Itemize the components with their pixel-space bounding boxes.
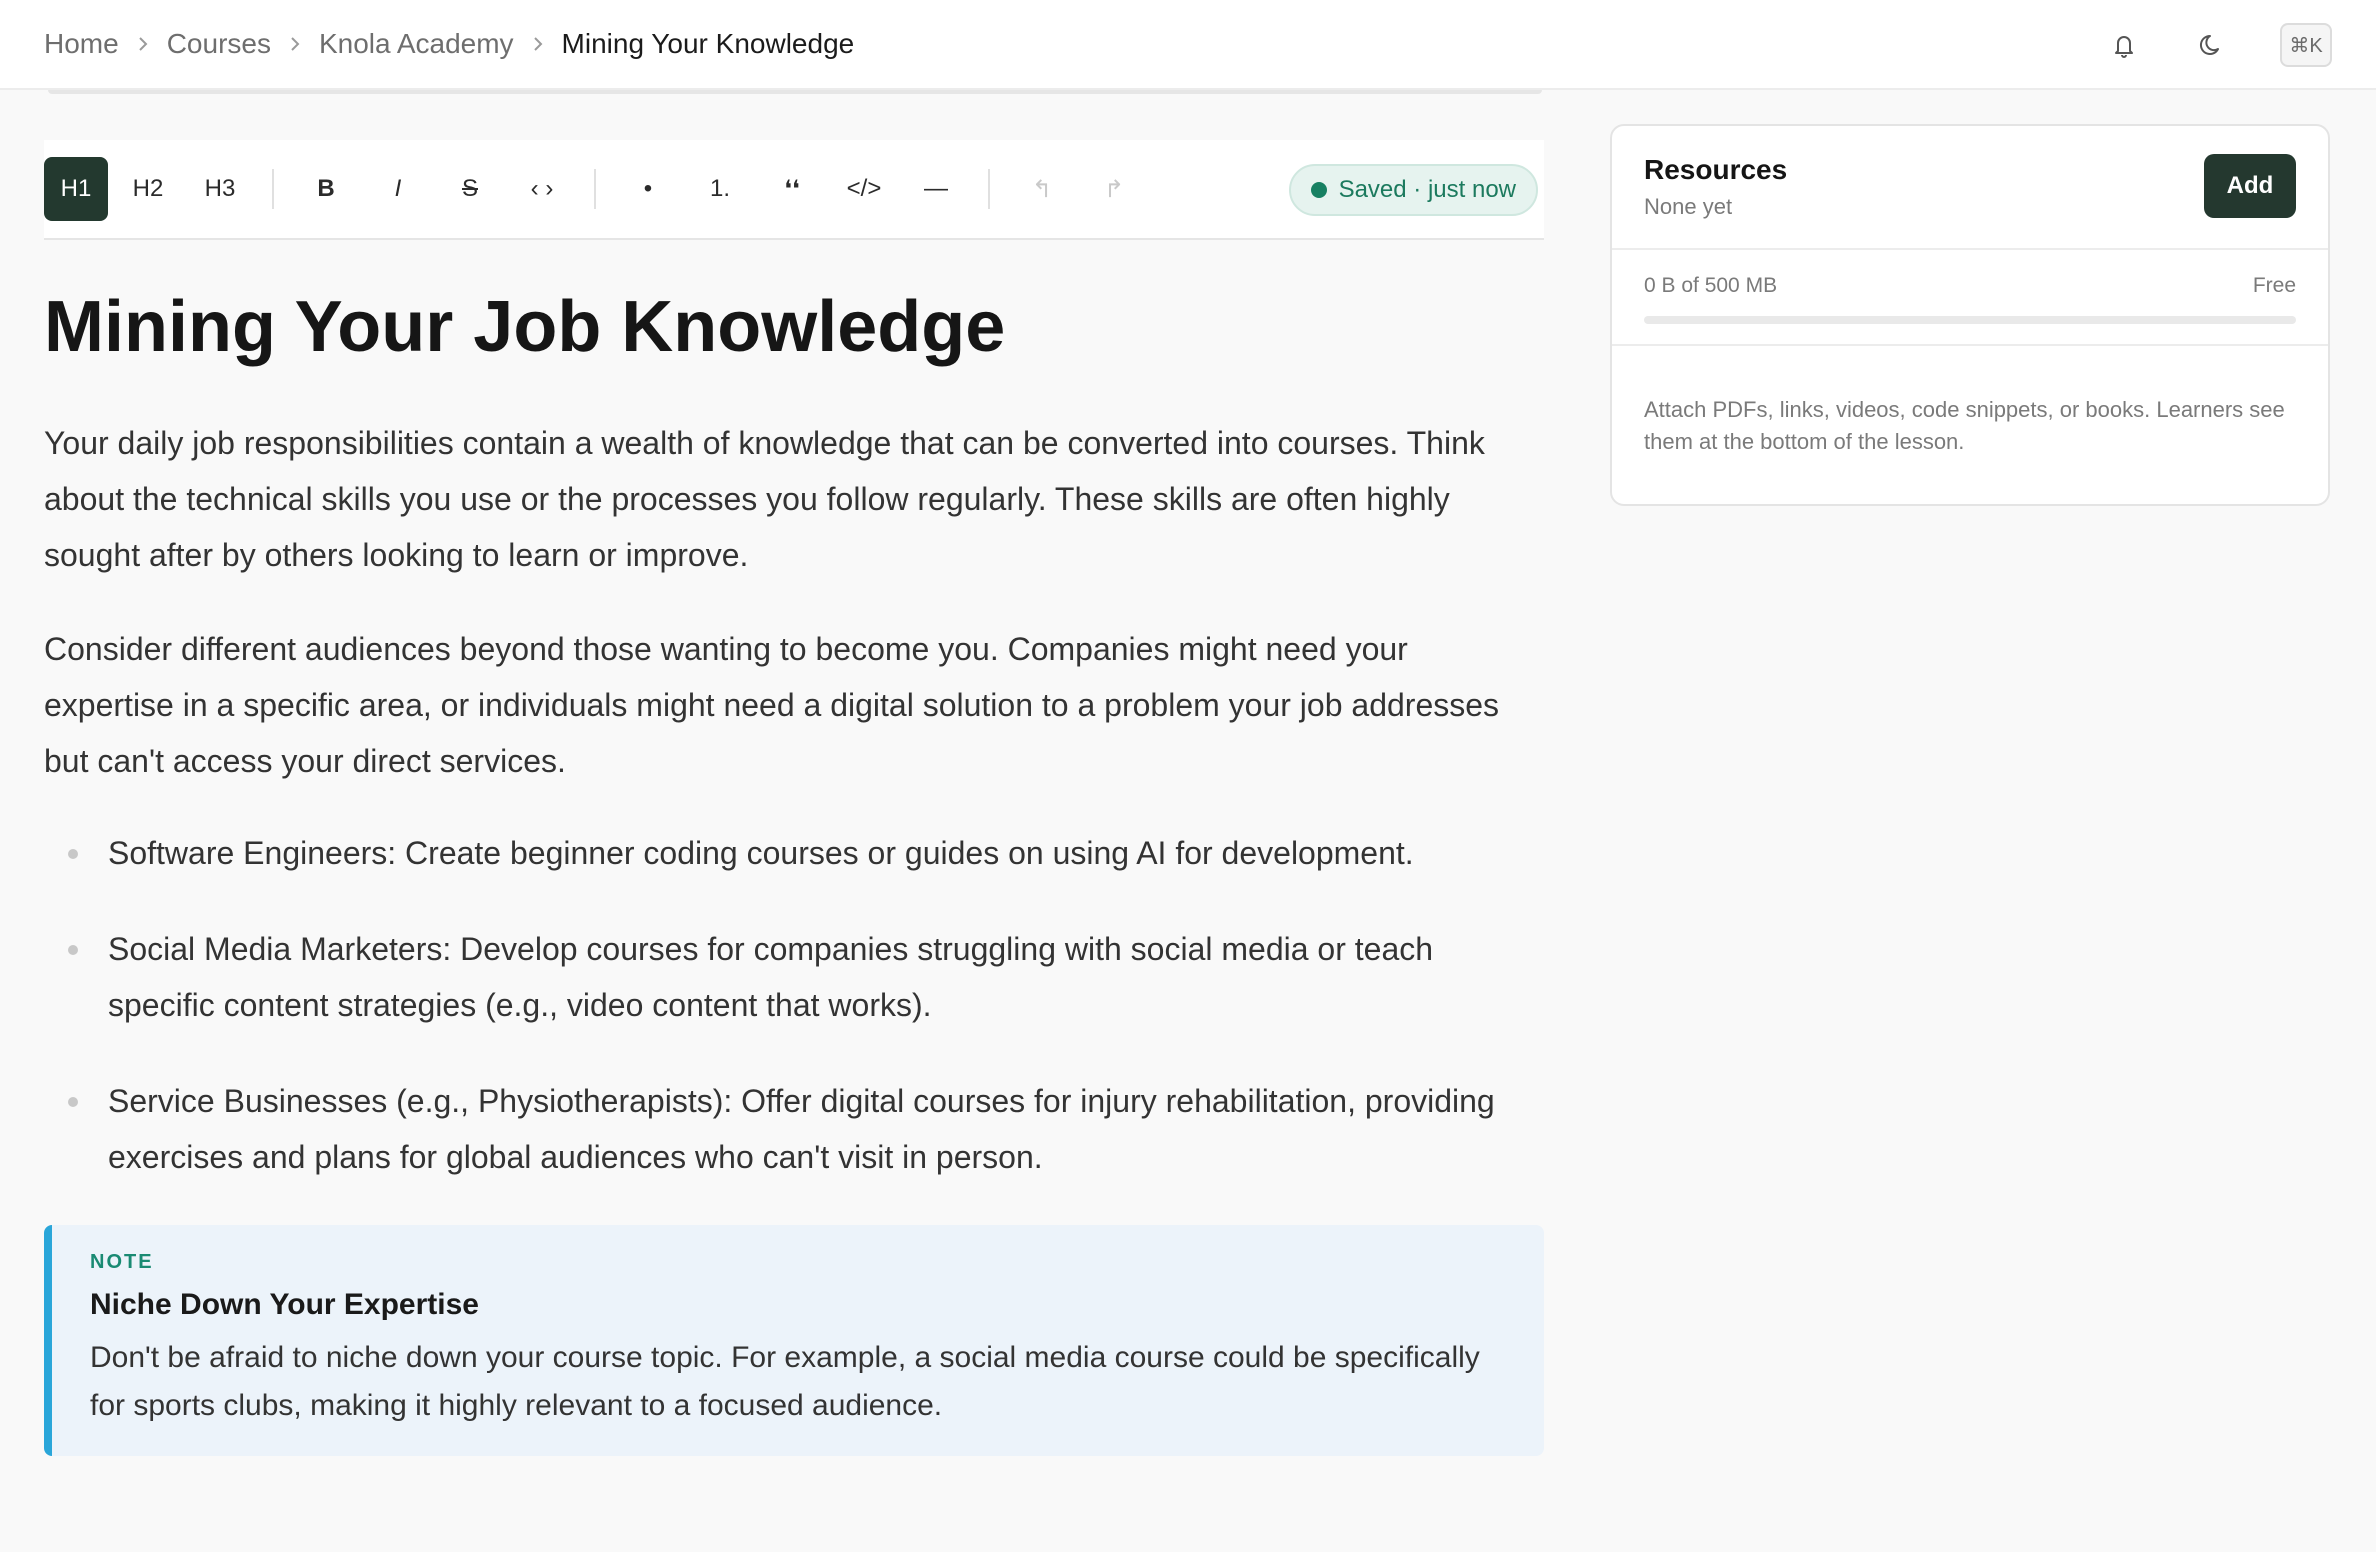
lesson-title[interactable]: Mining Your Job Knowledge bbox=[44, 287, 1544, 367]
storage-used-text: 0 B of 500 MB bbox=[1644, 274, 1778, 297]
bullet-icon bbox=[68, 945, 78, 956]
quote-button[interactable]: ❛❛ bbox=[760, 157, 824, 221]
breadcrumb: Home Courses Knola Academy Mining Your K… bbox=[44, 28, 854, 60]
bullet-list: Software Engineers: Create beginner codi… bbox=[44, 825, 1544, 1185]
note-title: Niche Down Your Expertise bbox=[90, 1288, 479, 1322]
strikethrough-button[interactable]: S bbox=[438, 157, 502, 221]
heading-1-button[interactable]: H1 bbox=[44, 157, 108, 221]
resources-help-text: Attach PDFs, links, videos, code snippet… bbox=[1644, 397, 2285, 454]
redo-button[interactable]: ↱ bbox=[1082, 157, 1146, 221]
bullet-icon bbox=[68, 1097, 78, 1108]
bullet-icon bbox=[68, 849, 78, 860]
note-body: Don't be afraid to niche down your cours… bbox=[90, 1341, 1480, 1423]
italic-button[interactable]: I bbox=[366, 157, 430, 221]
save-status-badge: Saved · just now bbox=[1288, 164, 1538, 216]
note-label: NOTE bbox=[90, 1251, 154, 1274]
status-dot-icon bbox=[1310, 182, 1327, 198]
bold-button[interactable]: B bbox=[294, 157, 358, 221]
list-item[interactable]: Service Businesses (e.g., Physiotherapis… bbox=[44, 1073, 1544, 1185]
command-palette-button[interactable]: ⌘K bbox=[2280, 23, 2332, 67]
lesson-editor: H1 H2 H3 B I S ‹ › • 1. ❛❛ </> — ↰ ↱ Sav… bbox=[44, 140, 1544, 1457]
moon-icon[interactable] bbox=[2192, 25, 2232, 65]
breadcrumb-current: Mining Your Knowledge bbox=[561, 28, 855, 59]
ordered-list-button[interactable]: 1. bbox=[688, 157, 752, 221]
toolbar-divider bbox=[272, 169, 274, 209]
toolbar-divider bbox=[594, 169, 596, 209]
divider bbox=[48, 90, 1542, 94]
heading-3-button[interactable]: H3 bbox=[188, 157, 252, 221]
paragraph[interactable]: Your daily job responsibilities contain … bbox=[44, 415, 1544, 583]
resources-subtitle: None yet bbox=[1644, 194, 1733, 219]
bullet-list-button[interactable]: • bbox=[616, 157, 680, 221]
list-item-text: Social Media Marketers: Develop courses … bbox=[108, 931, 1434, 1024]
editor-toolbar: H1 H2 H3 B I S ‹ › • 1. ❛❛ </> — ↰ ↱ Sav… bbox=[44, 140, 1544, 240]
bell-icon[interactable] bbox=[2104, 25, 2144, 65]
breadcrumb-academy[interactable]: Knola Academy bbox=[319, 28, 514, 60]
breadcrumb-courses[interactable]: Courses bbox=[167, 28, 271, 60]
heading-2-button[interactable]: H2 bbox=[116, 157, 180, 221]
resources-header: Resources None yet Add bbox=[1612, 126, 2328, 250]
chevron-right-icon bbox=[514, 34, 562, 54]
undo-button[interactable]: ↰ bbox=[1010, 157, 1074, 221]
note-callout[interactable]: NOTE Niche Down Your Expertise Don't be … bbox=[44, 1225, 1544, 1457]
chevron-right-icon bbox=[119, 34, 167, 54]
list-item-text: Service Businesses (e.g., Physiotherapis… bbox=[108, 1083, 1495, 1176]
storage-usage: 0 B of 500 MB Free bbox=[1612, 250, 2328, 346]
resources-title: Resources bbox=[1644, 154, 1788, 185]
paragraph[interactable]: Consider different audiences beyond thos… bbox=[44, 621, 1544, 789]
horizontal-rule-button[interactable]: — bbox=[904, 157, 968, 221]
top-bar: Home Courses Knola Academy Mining Your K… bbox=[0, 0, 2376, 90]
list-item[interactable]: Social Media Marketers: Develop courses … bbox=[44, 921, 1544, 1033]
toolbar-divider bbox=[988, 169, 990, 209]
list-item[interactable]: Software Engineers: Create beginner codi… bbox=[44, 825, 1544, 881]
storage-progress-bar bbox=[1644, 316, 2296, 324]
add-resource-button[interactable]: Add bbox=[2204, 154, 2296, 218]
plan-label: Free bbox=[2252, 274, 2296, 297]
resources-panel: Resources None yet Add 0 B of 500 MB Fre… bbox=[1610, 124, 2330, 506]
code-block-button[interactable]: </> bbox=[832, 157, 896, 221]
list-item-text: Software Engineers: Create beginner codi… bbox=[108, 835, 1414, 872]
save-status-text: Saved · just now bbox=[1338, 176, 1516, 203]
inline-code-button[interactable]: ‹ › bbox=[510, 157, 574, 221]
breadcrumb-home[interactable]: Home bbox=[44, 28, 119, 60]
chevron-right-icon bbox=[271, 34, 319, 54]
